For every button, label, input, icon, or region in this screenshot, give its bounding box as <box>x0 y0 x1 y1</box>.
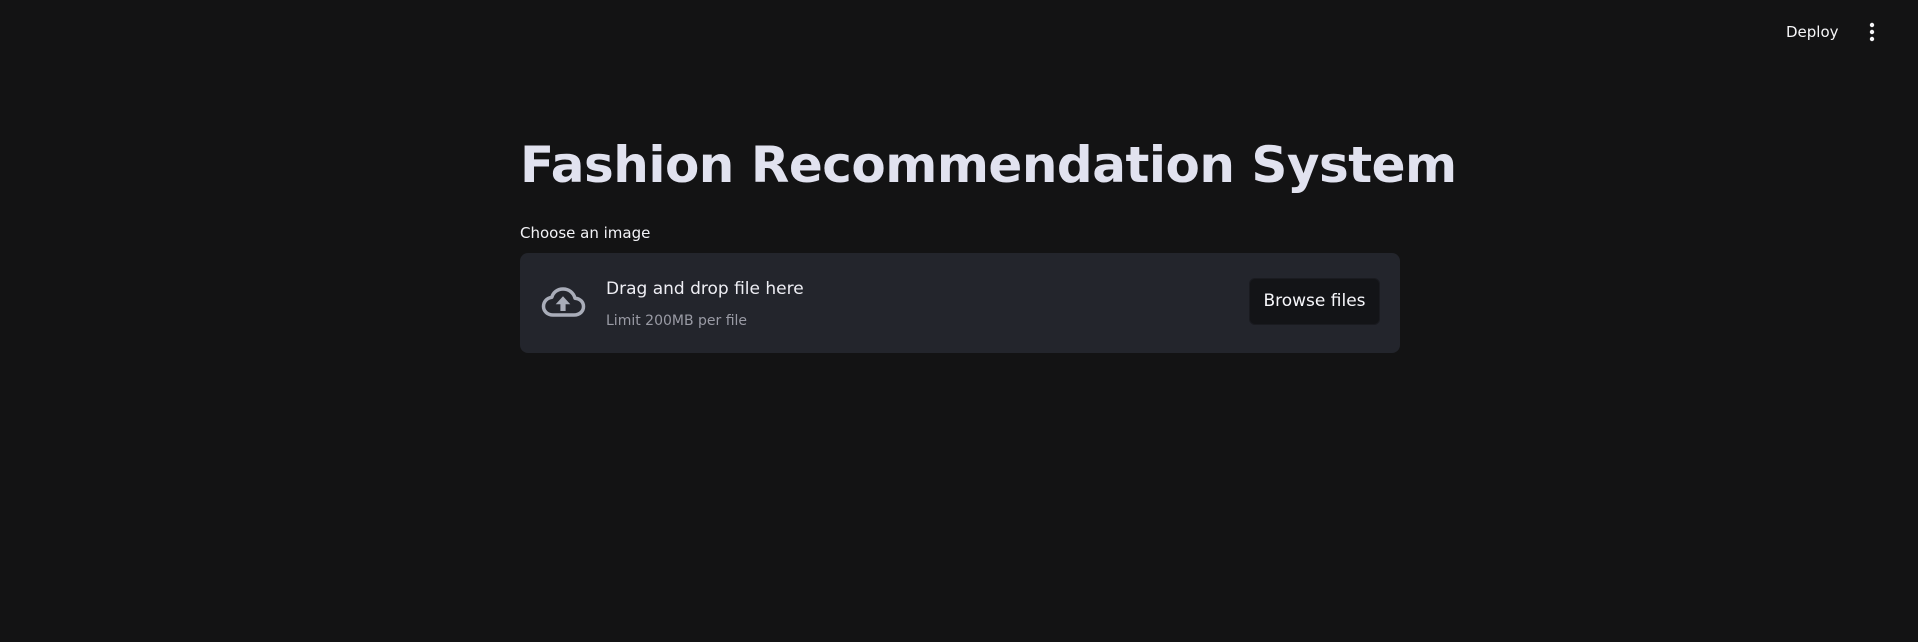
main-menu-button[interactable] <box>1858 18 1886 46</box>
browse-files-button[interactable]: Browse files <box>1249 278 1380 325</box>
page-title: Fashion Recommendation System <box>520 136 1457 194</box>
vertical-ellipsis-icon <box>1869 22 1875 42</box>
file-dropzone[interactable]: Drag and drop file here Limit 200MB per … <box>520 253 1400 353</box>
file-uploader-label: Choose an image <box>520 224 651 242</box>
dropzone-instruction: Drag and drop file here <box>606 279 804 299</box>
deploy-button[interactable]: Deploy <box>1776 20 1849 44</box>
upload-limit-text: Limit 200MB per file <box>606 313 748 329</box>
main-content: Fashion Recommendation System Choose an … <box>520 0 1457 642</box>
cloud-upload-icon <box>540 284 586 322</box>
